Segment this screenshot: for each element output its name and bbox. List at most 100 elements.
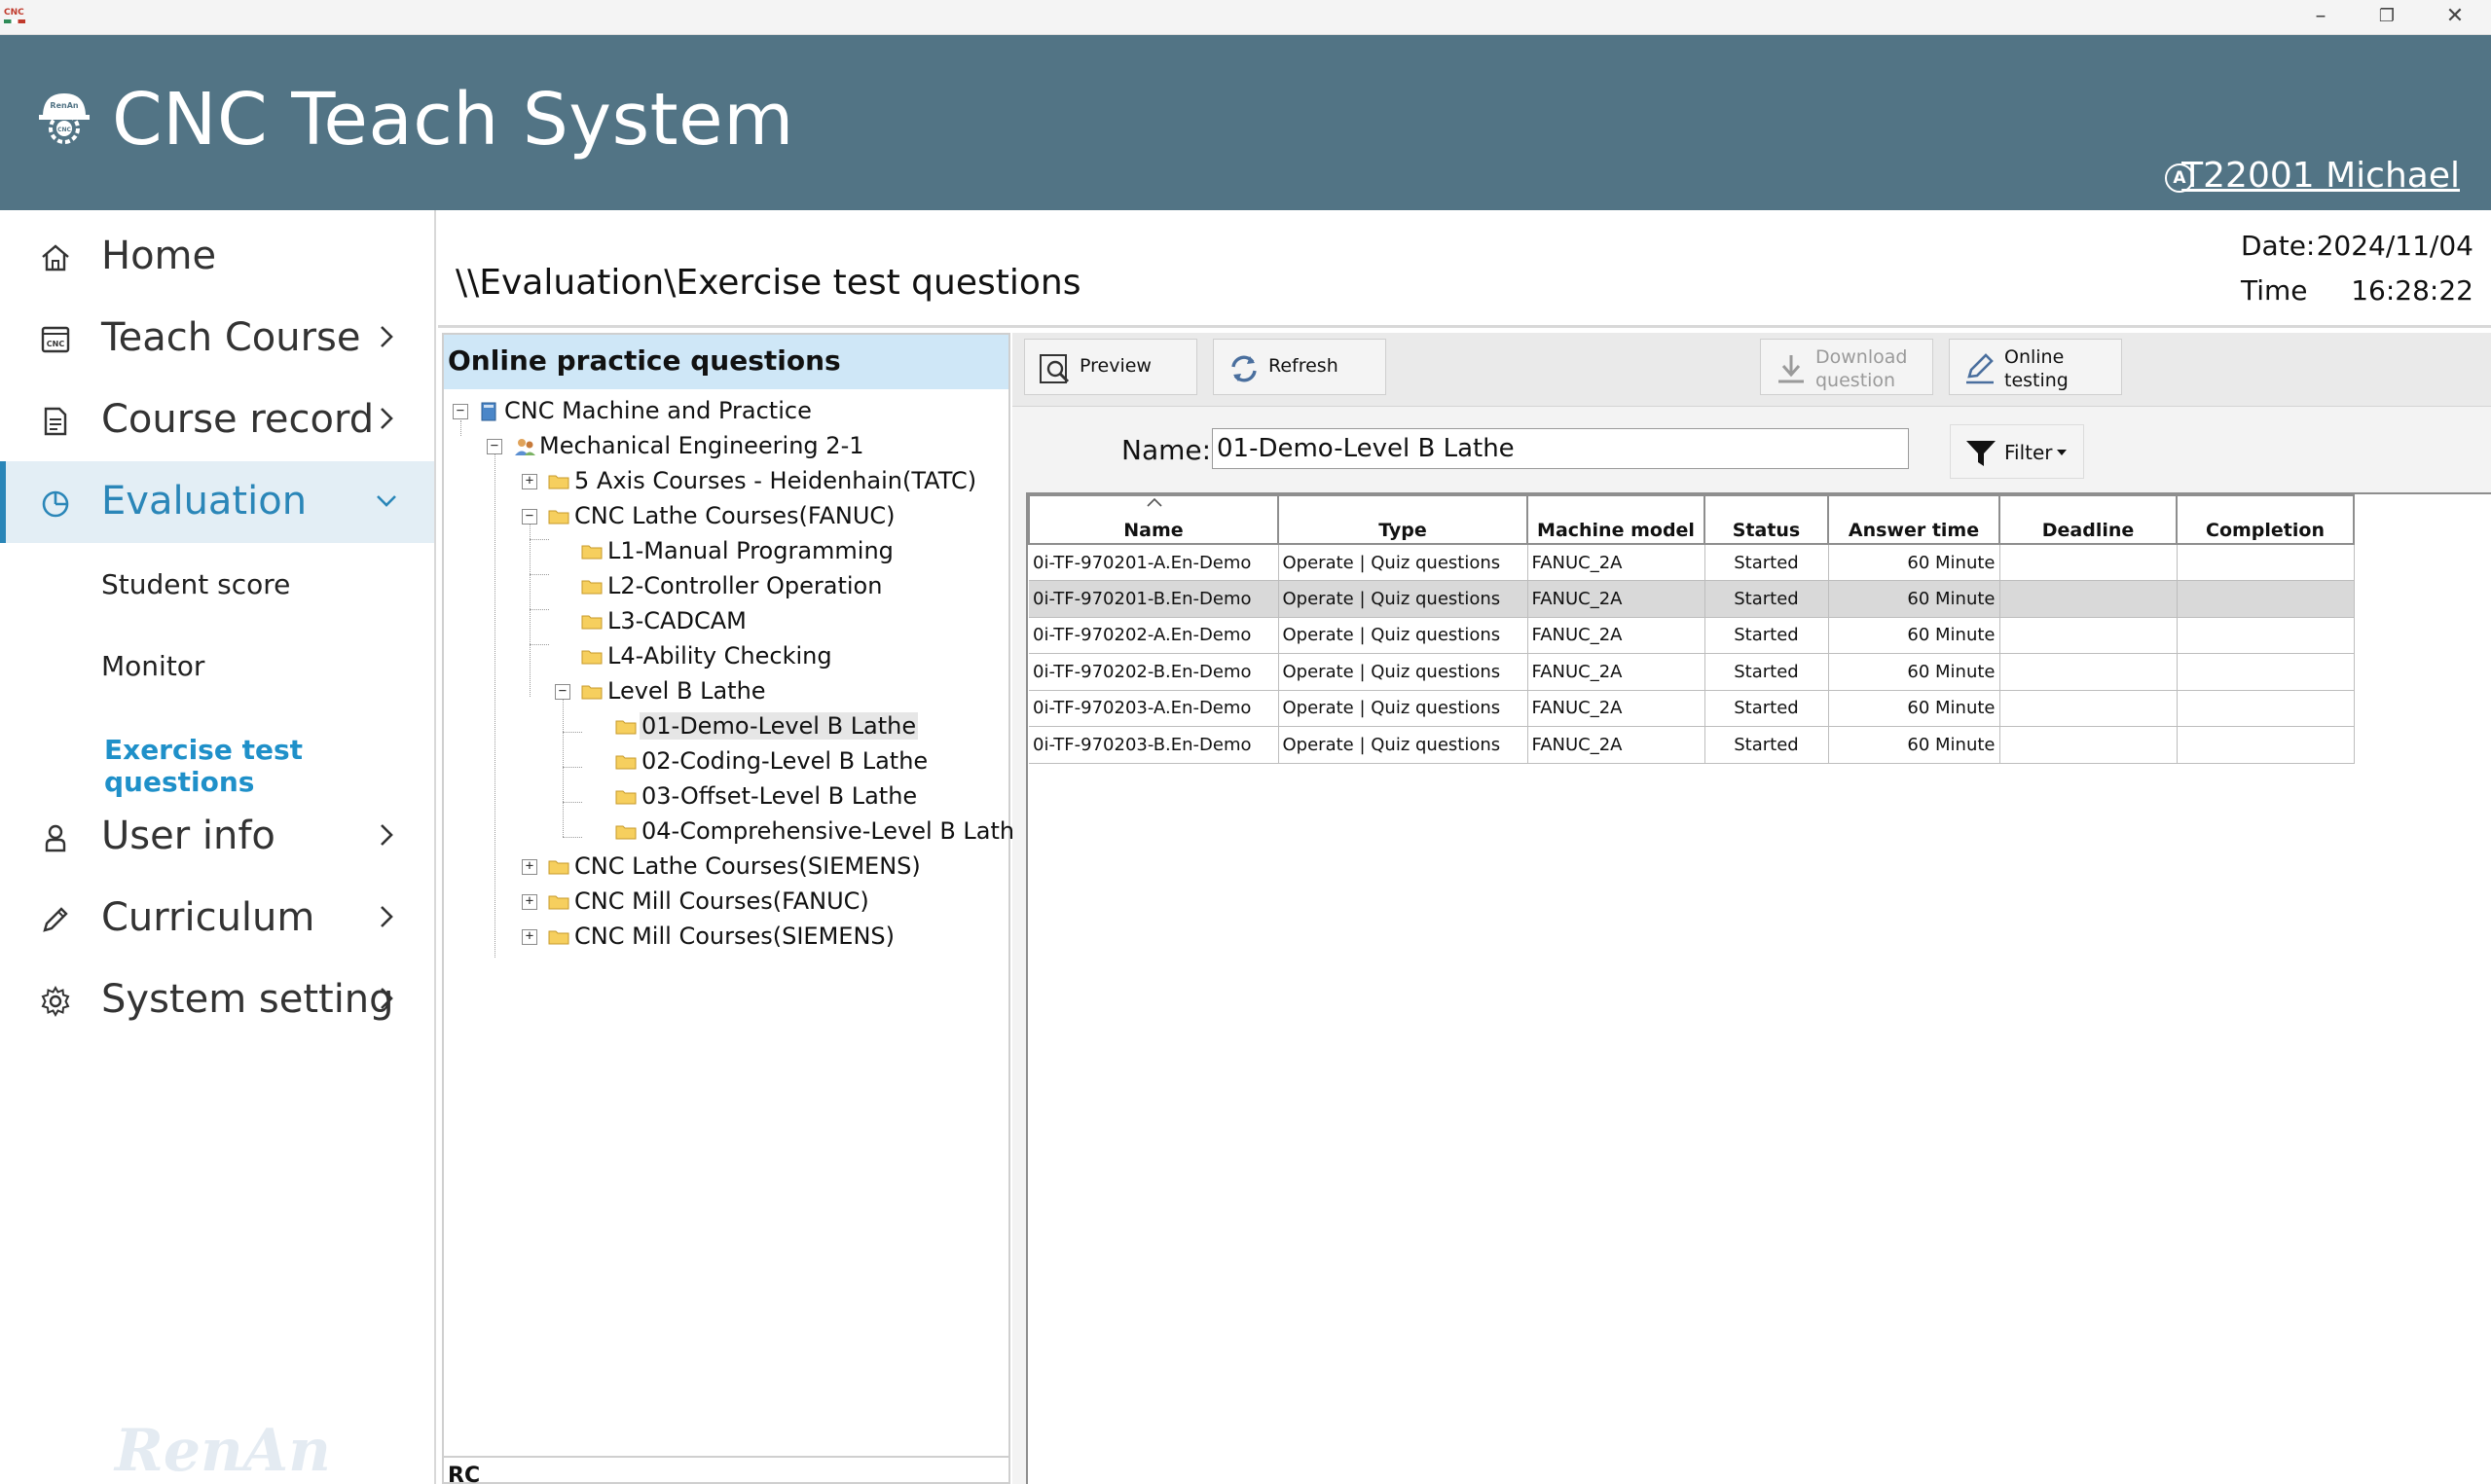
tree-node-cnc-lathe-fanuc[interactable]: − CNC Lathe Courses(FANUC) <box>444 500 1005 533</box>
close-button[interactable]: ✕ <box>2426 0 2484 35</box>
refresh-icon <box>1231 355 1257 382</box>
chevron-right-icon <box>381 824 393 846</box>
online-testing-button[interactable]: Online testing <box>1949 339 2122 395</box>
cell-deadline <box>1999 653 2178 691</box>
tree-node-02-coding-level-b-lathe[interactable]: 02-Coding-Level B Lathe <box>444 745 1005 778</box>
sidebar-item-label: Evaluation <box>101 479 308 524</box>
column-header-completion[interactable]: Completion <box>2176 494 2355 545</box>
tree-expand-toggle[interactable]: + <box>522 474 537 489</box>
table-row[interactable]: 0i-TF-970201-A.En-Demo Operate | Quiz qu… <box>1029 544 2355 581</box>
sidebar: Home CNC Teach Course Course record Eval… <box>0 210 436 1484</box>
table-row[interactable]: 0i-TF-970203-A.En-Demo Operate | Quiz qu… <box>1029 690 2355 727</box>
tree-node-04-comprehensive-level-b-lathe[interactable]: 04-Comprehensive-Level B Lathe <box>444 815 1029 849</box>
tree-collapse-toggle[interactable]: − <box>555 684 570 700</box>
tree-node-l1-manual-programming[interactable]: L1-Manual Programming <box>444 535 1005 568</box>
tree-node-l3-cadcam[interactable]: L3-CADCAM <box>444 605 1005 638</box>
sidebar-subitem-student-score[interactable]: Student score <box>101 568 290 600</box>
sidebar-item-teach-course[interactable]: CNC Teach Course <box>0 298 434 380</box>
folder-icon <box>581 580 603 595</box>
home-icon <box>42 244 69 271</box>
tree-node-label: 04-Comprehensive-Level B Lathe <box>641 817 1029 845</box>
download-label-line1: Download <box>1815 346 1908 368</box>
column-header-status[interactable]: Status <box>1703 494 1829 545</box>
tree-node-l4-ability-checking[interactable]: L4-Ability Checking <box>444 640 1005 673</box>
cell-type: Operate | Quiz questions <box>1278 544 1528 581</box>
tree-node-l2-controller-operation[interactable]: L2-Controller Operation <box>444 570 1005 603</box>
cell-type: Operate | Quiz questions <box>1278 617 1528 654</box>
tree-header-title: Online practice questions <box>448 344 841 377</box>
minimize-button[interactable]: – <box>2291 0 2350 35</box>
cell-type: Operate | Quiz questions <box>1278 580 1528 618</box>
cell-machine-model: FANUC_2A <box>1527 690 1705 727</box>
download-question-button[interactable]: Download question <box>1760 339 1933 395</box>
monitor-icon: CNC <box>41 326 70 353</box>
tree-node-03-offset-level-b-lathe[interactable]: 03-Offset-Level B Lathe <box>444 780 1005 814</box>
column-header-deadline[interactable]: Deadline <box>1998 494 2178 545</box>
tree-collapse-toggle[interactable]: − <box>453 404 468 419</box>
sidebar-item-course-record[interactable]: Course record <box>0 380 434 461</box>
tree-expand-toggle[interactable]: + <box>522 859 537 875</box>
cell-status: Started <box>1704 580 1829 618</box>
tree-node-mechanical-engineering[interactable]: − Mechanical Engineering 2-1 <box>444 430 1005 463</box>
tree-node-cnc-machine-and-practice[interactable]: − CNC Machine and Practice <box>444 395 1005 428</box>
document-icon <box>44 407 67 436</box>
folder-icon <box>581 685 603 700</box>
sidebar-subitem-monitor[interactable]: Monitor <box>101 650 204 682</box>
cell-status: Started <box>1704 544 1829 581</box>
table-row[interactable]: 0i-TF-970203-B.En-Demo Operate | Quiz qu… <box>1029 726 2355 764</box>
table-row[interactable]: 0i-TF-970202-A.En-Demo Operate | Quiz qu… <box>1029 617 2355 654</box>
refresh-button[interactable]: Refresh <box>1213 339 1386 395</box>
chevron-down-icon <box>377 495 396 507</box>
cell-completion <box>2177 617 2355 654</box>
tree-expand-toggle[interactable]: + <box>522 929 537 945</box>
cell-answer-time: 60 Minute <box>1828 580 2000 618</box>
folder-icon <box>548 510 569 525</box>
restore-button[interactable]: ❐ <box>2358 0 2416 35</box>
tree-node-cnc-lathe-siemens[interactable]: + CNC Lathe Courses(SIEMENS) <box>444 851 1005 884</box>
tree-node-01-demo-level-b-lathe[interactable]: 01-Demo-Level B Lathe <box>444 710 1005 743</box>
folder-icon <box>548 860 569 875</box>
cell-machine-model: FANUC_2A <box>1527 617 1705 654</box>
cell-type: Operate | Quiz questions <box>1278 690 1528 727</box>
svg-text:CNC: CNC <box>47 340 65 348</box>
sidebar-item-user-info[interactable]: User info <box>0 796 434 878</box>
user-name-link[interactable]: T22001 Michael <box>2181 156 2460 196</box>
sort-ascending-icon <box>1147 497 1162 507</box>
preview-button[interactable]: Preview <box>1024 339 1197 395</box>
breadcrumb: \\Evaluation\Exercise test questions <box>456 263 1081 303</box>
cell-machine-model: FANUC_2A <box>1527 580 1705 618</box>
column-header-answer-time[interactable]: Answer time <box>1827 494 2000 545</box>
name-filter-label: Name: <box>1121 434 1212 466</box>
sidebar-item-system-setting[interactable]: System setting <box>0 959 434 1041</box>
table-row-selected[interactable]: 0i-TF-970201-B.En-Demo Operate | Quiz qu… <box>1029 580 2355 618</box>
cell-answer-time: 60 Minute <box>1828 617 2000 654</box>
tree-collapse-toggle[interactable]: − <box>522 509 537 525</box>
tree-header: Online practice questions <box>444 335 1008 389</box>
cell-status: Started <box>1704 617 1829 654</box>
sidebar-subitem-exercise-test-questions[interactable]: Exercise test questions <box>104 734 434 798</box>
toolbar: Preview Refresh Download question Online t… <box>1012 333 2491 407</box>
column-header-name[interactable]: Name <box>1028 494 1279 545</box>
tree-node-5-axis-courses[interactable]: + 5 Axis Courses - Heidenhain(TATC) <box>444 465 1005 498</box>
column-header-machine-model[interactable]: Machine model <box>1526 494 1705 545</box>
tree-collapse-toggle[interactable]: − <box>487 439 502 454</box>
tree-expand-toggle[interactable]: + <box>522 894 537 910</box>
tree-node-level-b-lathe[interactable]: − Level B Lathe <box>444 675 1005 708</box>
column-header-type[interactable]: Type <box>1277 494 1528 545</box>
tree-node-cnc-mill-siemens[interactable]: + CNC Mill Courses(SIEMENS) <box>444 921 1005 954</box>
folder-icon <box>615 790 637 805</box>
cell-deadline <box>1999 580 2178 618</box>
tree-node-cnc-mill-fanuc[interactable]: + CNC Mill Courses(FANUC) <box>444 886 1005 919</box>
name-filter-input[interactable] <box>1212 428 1909 469</box>
cell-deadline <box>1999 726 2178 764</box>
sidebar-item-curriculum[interactable]: Curriculum <box>0 878 434 959</box>
sidebar-item-home[interactable]: Home <box>0 216 434 298</box>
cell-completion <box>2177 653 2355 691</box>
folder-icon <box>615 755 637 770</box>
sidebar-item-evaluation[interactable]: Evaluation <box>0 461 434 543</box>
tree-node-label: L3-CADCAM <box>607 607 747 634</box>
filter-dropdown-button[interactable]: Filter <box>1950 424 2084 479</box>
tree-node-label: 02-Coding-Level B Lathe <box>641 747 929 775</box>
table-row[interactable]: 0i-TF-970202-B.En-Demo Operate | Quiz qu… <box>1029 653 2355 691</box>
download-label-line2: question <box>1815 370 1896 391</box>
